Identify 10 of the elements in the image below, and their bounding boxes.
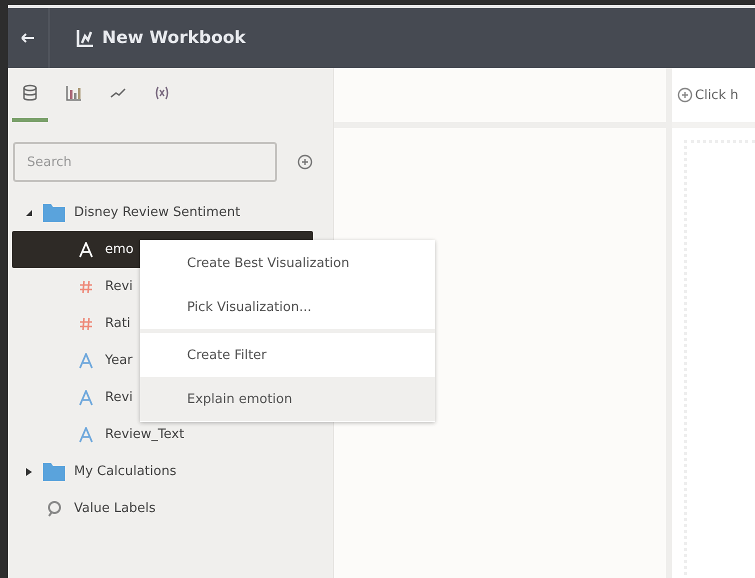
field-label: emo — [105, 242, 134, 257]
window-title: New Workbook — [102, 28, 246, 48]
tree-label: Value Labels — [74, 501, 156, 516]
tree-label: Disney Review Sentiment — [74, 205, 240, 220]
field-label: Revi — [105, 390, 133, 405]
field-label: Year — [105, 353, 133, 368]
field-label: Revi — [105, 279, 133, 294]
field-label: Rati — [105, 316, 130, 331]
field-label: Review_Text — [105, 427, 184, 442]
tree-label: My Calculations — [74, 464, 176, 479]
